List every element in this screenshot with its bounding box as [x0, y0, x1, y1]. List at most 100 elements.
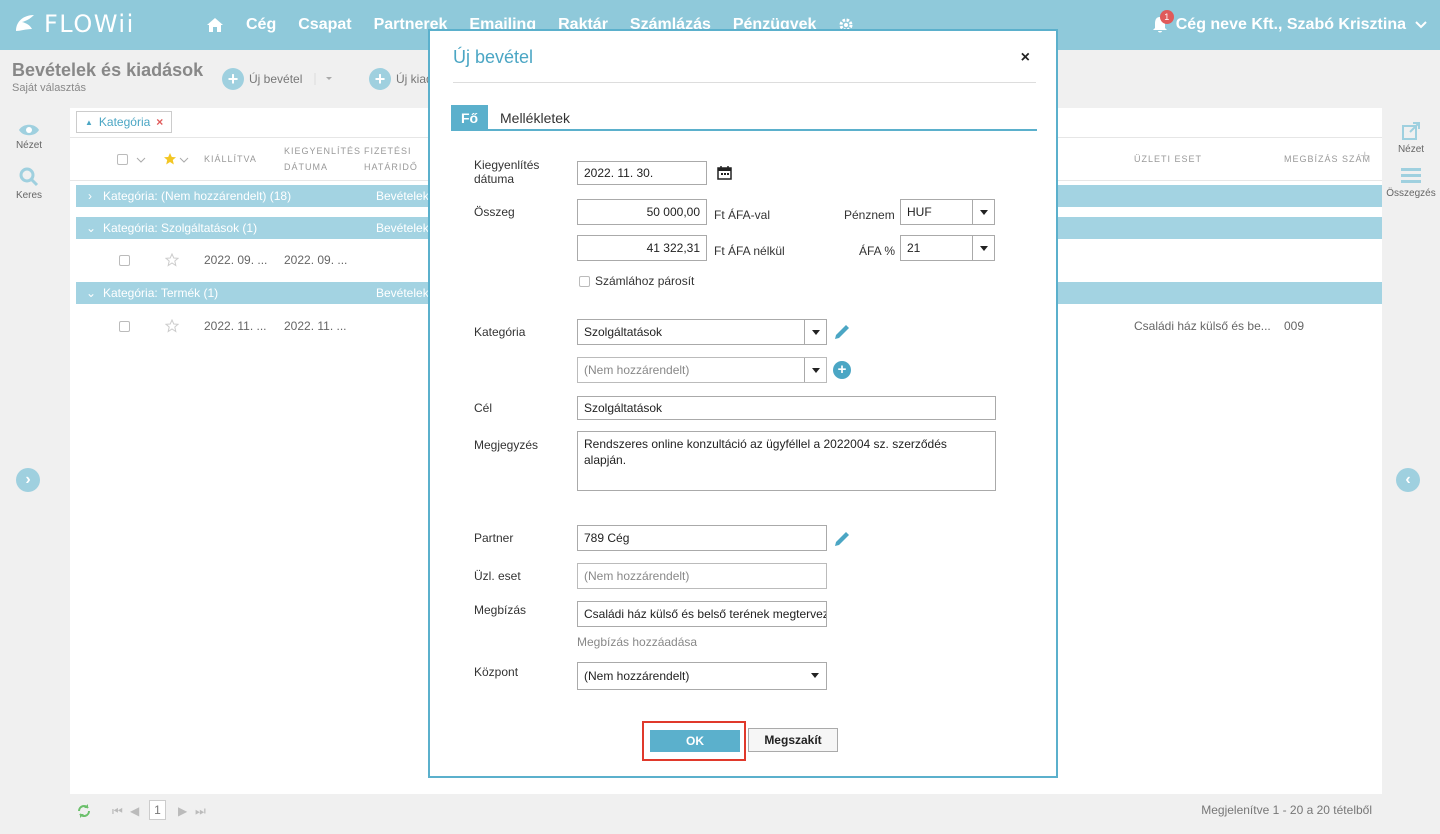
- last-page-icon[interactable]: ⏭: [195, 804, 206, 819]
- settle-date-label-2: dátuma: [474, 172, 515, 186]
- close-icon[interactable]: ×: [1021, 49, 1030, 67]
- new-income-button[interactable]: + Új bevétel: [222, 68, 337, 90]
- new-income-label: Új bevétel: [249, 72, 303, 86]
- col-settle-2[interactable]: DÁTUMA: [284, 159, 328, 175]
- chevron-down-icon: [804, 320, 826, 344]
- prev-page-icon[interactable]: ◀: [130, 804, 139, 818]
- gross-amount-input[interactable]: 50 000,00: [577, 199, 707, 225]
- calendar-icon[interactable]: [717, 165, 732, 180]
- order-label: Megbízás: [474, 603, 527, 617]
- nav-item-csapat[interactable]: Csapat: [298, 16, 351, 34]
- search-button[interactable]: Keres: [0, 167, 58, 201]
- pair-invoice-checkbox[interactable]: [579, 276, 590, 287]
- summary-button[interactable]: Összegzés: [1382, 167, 1440, 199]
- flowii-logo[interactable]: FLOWii: [12, 6, 135, 42]
- col-issued[interactable]: KIÁLLÍTVA: [204, 151, 257, 167]
- filter-chip-category[interactable]: ▲ Kategória ×: [76, 111, 173, 133]
- sort-up-icon: ▲: [85, 117, 93, 127]
- col-due-1[interactable]: FIZETÉSI: [364, 143, 412, 159]
- next-page-icon[interactable]: ▶: [178, 804, 187, 818]
- group-type: Bevételek: [376, 221, 429, 235]
- star-outline-icon[interactable]: [165, 319, 179, 333]
- page-subtitle: Saját választás: [12, 82, 86, 94]
- search-icon: [19, 167, 39, 187]
- category-select[interactable]: Szolgáltatások: [577, 319, 827, 345]
- category-label: Kategória: [474, 325, 526, 339]
- goal-input[interactable]: Szolgáltatások: [577, 396, 996, 420]
- currency-select[interactable]: HUF: [900, 199, 995, 225]
- center-label: Központ: [474, 665, 519, 679]
- business-case-input[interactable]: (Nem hozzárendelt): [577, 563, 827, 589]
- net-amount-input[interactable]: 41 322,31: [577, 235, 707, 261]
- cell-order: 009: [1284, 319, 1305, 333]
- partner-input[interactable]: 789 Cég: [577, 525, 827, 551]
- new-expense-button[interactable]: + Új kiad: [369, 68, 433, 90]
- star-filled-icon[interactable]: [163, 152, 177, 166]
- flowii-logo-icon: [16, 15, 34, 31]
- cell-issued: 2022. 09. ...: [204, 253, 268, 267]
- ok-button[interactable]: OK: [650, 730, 740, 752]
- nav-item-ceg[interactable]: Cég: [246, 16, 276, 34]
- vat-select[interactable]: 21: [900, 235, 995, 261]
- first-page-icon[interactable]: ⏮: [112, 804, 123, 819]
- notification-badge: 1: [1159, 10, 1174, 24]
- pair-invoice-label[interactable]: Számlához párosít: [595, 274, 694, 288]
- right-view-button[interactable]: Nézet: [1382, 121, 1440, 155]
- expand-left-arrow-icon[interactable]: ›: [16, 468, 40, 492]
- refresh-icon[interactable]: [76, 803, 92, 819]
- tab-attachments[interactable]: Mellékletek: [500, 105, 570, 131]
- col-settle-1[interactable]: KIEGYENLÍTÉS: [284, 143, 361, 159]
- cell-business-case: Családi ház külső és be...: [1134, 319, 1271, 333]
- currency-label: Pénznem: [844, 208, 895, 222]
- add-subcategory-icon[interactable]: +: [833, 361, 851, 379]
- settle-date-input[interactable]: 2022. 11. 30.: [577, 161, 707, 185]
- remove-filter-icon[interactable]: ×: [156, 115, 163, 129]
- add-order-link[interactable]: Megbízás hozzáadása: [577, 635, 697, 649]
- col-order[interactable]: MEGBÍZÁS SZÁM: [1284, 151, 1371, 167]
- col-business-case[interactable]: ÜZLETI ESET: [1134, 151, 1202, 167]
- chevron-down-icon: [804, 358, 826, 382]
- external-link-icon: [1402, 122, 1420, 140]
- select-all-checkbox[interactable]: [117, 154, 128, 165]
- left-sidebar: Nézet Keres ›: [0, 105, 58, 834]
- group-type: Bevételek: [376, 286, 429, 300]
- chevron-down-icon[interactable]: [1414, 20, 1428, 30]
- pencil-icon[interactable]: [832, 529, 852, 549]
- tab-main[interactable]: Fő: [451, 105, 489, 131]
- net-unit: Ft ÁFA nélkül: [714, 244, 785, 258]
- add-column-icon[interactable]: +: [1360, 148, 1369, 166]
- currency-value: HUF: [907, 205, 932, 219]
- center-select[interactable]: (Nem hozzárendelt): [577, 662, 827, 690]
- divider: [453, 82, 1036, 83]
- subcategory-select[interactable]: (Nem hozzárendelt): [577, 357, 827, 383]
- col-due-2[interactable]: HATÁRIDŐ: [364, 159, 418, 175]
- cell-settled: 2022. 11. ...: [284, 319, 347, 333]
- star-outline-icon[interactable]: [165, 253, 179, 267]
- pencil-icon[interactable]: [832, 322, 852, 342]
- chevron-down-icon: [972, 236, 994, 260]
- dialog-tabs: Fő Mellékletek: [451, 105, 1037, 131]
- cancel-button[interactable]: Megszakít: [748, 728, 838, 752]
- summary-label: Összegzés: [1386, 188, 1436, 199]
- chevron-down-icon[interactable]: [179, 156, 189, 164]
- expand-right-arrow-icon[interactable]: ‹: [1396, 468, 1420, 492]
- page-number[interactable]: 1: [149, 800, 166, 820]
- chevron-down-icon[interactable]: [307, 73, 337, 85]
- subcategory-value: (Nem hozzárendelt): [584, 363, 690, 377]
- row-checkbox[interactable]: [119, 321, 130, 332]
- bell-icon[interactable]: 1: [1152, 10, 1174, 34]
- logo-text: FLOWii: [44, 10, 135, 38]
- chevron-down-icon: [972, 200, 994, 224]
- user-menu[interactable]: 1 Cég neve Kft., Szabó Krisztina: [1152, 0, 1428, 50]
- chevron-down-icon[interactable]: [136, 156, 146, 164]
- goal-label: Cél: [474, 401, 493, 415]
- home-icon[interactable]: [206, 16, 224, 34]
- view-button[interactable]: Nézet: [0, 123, 58, 151]
- row-checkbox[interactable]: [119, 255, 130, 266]
- vat-label: ÁFA %: [859, 244, 896, 258]
- group-label: Kategória: Szolgáltatások (1): [103, 221, 258, 235]
- list-icon: [1401, 168, 1421, 183]
- note-textarea[interactable]: Rendszeres online konzultáció az ügyféll…: [577, 431, 996, 491]
- settle-date-label-1: Kiegyenlítés: [474, 158, 540, 172]
- order-input[interactable]: Családi ház külső és belső terének megte…: [577, 601, 827, 627]
